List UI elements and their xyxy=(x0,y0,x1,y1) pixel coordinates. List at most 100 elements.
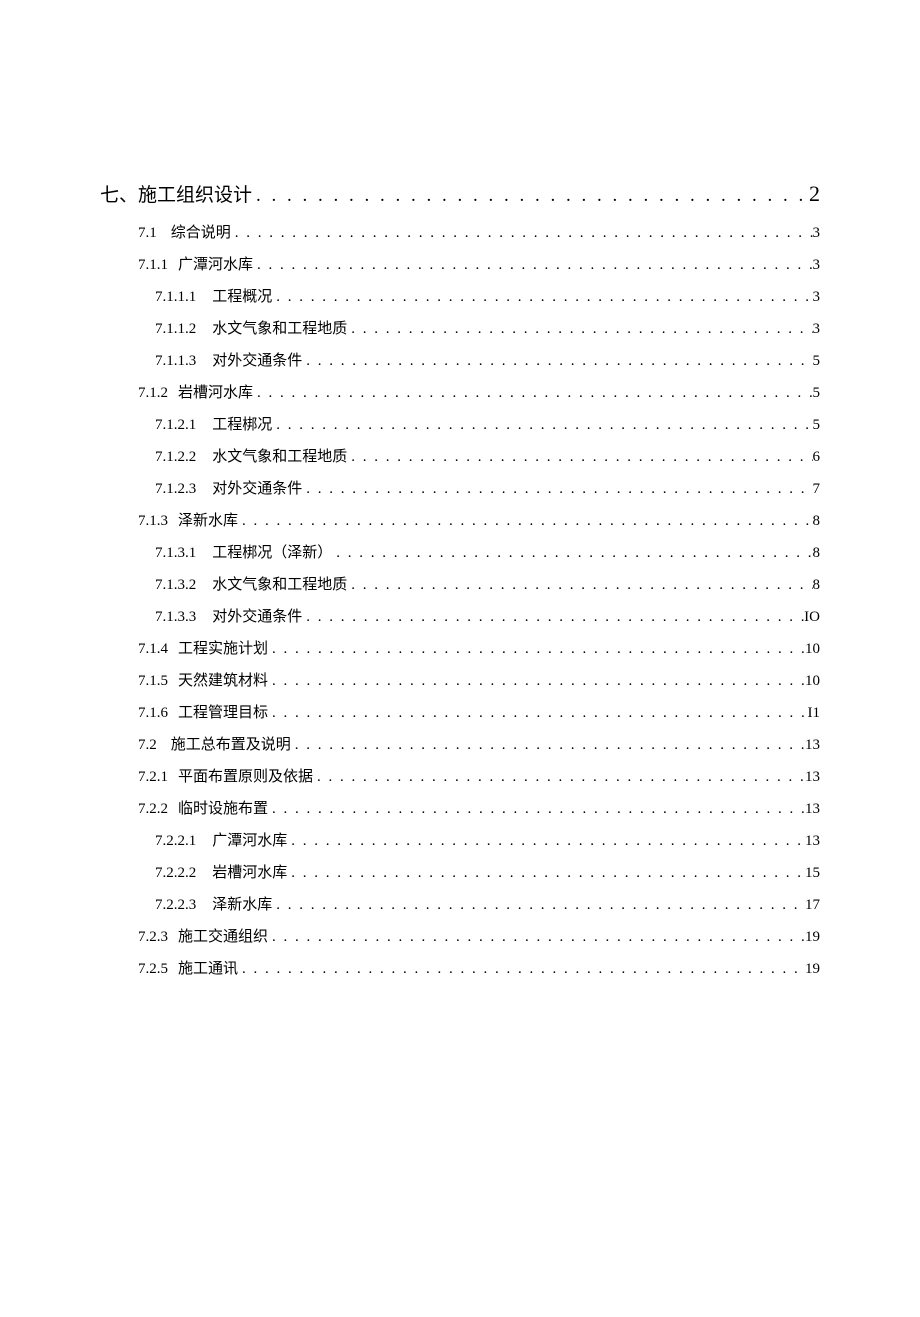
toc-title: 岩槽河水库 xyxy=(212,861,287,882)
toc-number: 7.1.3.1 xyxy=(155,545,196,562)
toc-number: 7.1.2.2 xyxy=(155,449,196,466)
toc-leader-dots: . . . . . . . . . . . . . . . . . . . . … xyxy=(302,353,812,370)
toc-page-number: 13 xyxy=(805,833,820,850)
toc-leader-dots: . . . . . . . . . . . . . . . . . . . . … xyxy=(313,769,805,786)
toc-number: 7.1 xyxy=(138,225,157,242)
toc-entry: 7.1.6工程管理目标. . . . . . . . . . . . . . .… xyxy=(100,701,820,722)
toc-entry: 7.1.1.1 工程概况. . . . . . . . . . . . . . .… xyxy=(100,285,820,306)
toc-entry: 7.1 综合说明. . . . . . . . . . . . . . . . .… xyxy=(100,221,820,242)
toc-title: 施工交通组织 xyxy=(178,925,268,946)
toc-number: 7.2.2 xyxy=(138,801,168,818)
toc-page-number: 5 xyxy=(813,385,821,402)
toc-entry: 7.1.1广潭河水库. . . . . . . . . . . . . . . … xyxy=(100,253,820,274)
toc-page-number: 8 xyxy=(813,513,821,530)
toc-entry: 7.1.2 岩槽河水库. . . . . . . . . . . . . . . … xyxy=(100,381,820,402)
toc-entry: 7.2.5 施工通讯. . . . . . . . . . . . . . . .… xyxy=(100,957,820,978)
toc-number: 7.2.5 xyxy=(138,961,168,978)
toc-number: 7.1.4 xyxy=(138,641,168,658)
toc-leader-dots: . . . . . . . . . . . . . . . . . . . . … xyxy=(268,705,807,722)
toc-title: 泽新水库 xyxy=(178,509,238,530)
toc-entry: 7.1.3.3 对外交通条件. . . . . . . . . . . . . .… xyxy=(100,605,820,626)
toc-title: 岩槽河水库 xyxy=(178,381,253,402)
toc-page-number: 3 xyxy=(813,225,821,242)
toc-title: 工程梆况 xyxy=(212,413,272,434)
toc-page-number: 13 xyxy=(805,801,820,818)
toc-leader-dots: . . . . . . . . . . . . . . . . . . . . … xyxy=(302,481,812,498)
toc-leader-dots: . . . . . . . . . . . . . . . . . . . . … xyxy=(347,449,812,466)
toc-leader-dots: . . . . . . . . . . . . . . . . . . . . … xyxy=(272,897,805,914)
toc-leader-dots: . . . . . . . . . . . . . . . . . . . . … xyxy=(238,513,812,530)
toc-entry: 7.1.1.3 对外交通条件. . . . . . . . . . . . . .… xyxy=(100,349,820,370)
toc-leader-dots: . . . . . . . . . . . . . . . . . . . . … xyxy=(253,385,812,402)
toc-page-number: 7 xyxy=(813,481,821,498)
toc-page-number: 19 xyxy=(805,961,820,978)
toc-entry: 7.1.2.1工程梆况. . . . . . . . . . . . . . .… xyxy=(100,413,820,434)
toc-title: 施工组织设计 xyxy=(138,180,252,207)
toc-page-number: 2 xyxy=(809,181,820,207)
toc-title: 施工通讯 xyxy=(178,957,238,978)
toc-entry: 7.1.2.2 水文气象和工程地质. . . . . . . . . . . . … xyxy=(100,445,820,466)
toc-entry: 7.2.2.3 泽新水库. . . . . . . . . . . . . . .… xyxy=(100,893,820,914)
toc-number: 7.2.2.2 xyxy=(155,865,196,882)
toc-leader-dots: . . . . . . . . . . . . . . . . . . . . … xyxy=(287,833,805,850)
toc-number: 7.2.2.3 xyxy=(155,897,196,914)
toc-entry: 7.1.2.3 对外交通条件. . . . . . . . . . . . . .… xyxy=(100,477,820,498)
toc-title: 泽新水库 xyxy=(212,893,272,914)
toc-entry: 7.2施工总布置及说明. . . . . . . . . . . . . . .… xyxy=(100,733,820,754)
toc-leader-dots: . . . . . . . . . . . . . . . . . . . . … xyxy=(238,961,805,978)
toc-leader-dots: . . . . . . . . . . . . . . . . . . . . … xyxy=(302,609,804,626)
toc-number: 七、 xyxy=(100,180,138,207)
toc-number: 7.1.2 xyxy=(138,385,168,402)
toc-entry: 7.2.1 平面布置原则及依据. . . . . . . . . . . . . … xyxy=(100,765,820,786)
toc-page-number: 5 xyxy=(813,417,821,434)
toc-number: 7.1.2.1 xyxy=(155,417,196,434)
toc-entry: 7.1.1.2水文气象和工程地质. . . . . . . . . . . . … xyxy=(100,317,820,338)
toc-title: 施工总布置及说明 xyxy=(171,733,291,754)
toc-title: 水文气象和工程地质 xyxy=(212,445,347,466)
toc-number: 7.1.1.1 xyxy=(155,289,196,306)
toc-leader-dots: . . . . . . . . . . . . . . . . . . . . … xyxy=(272,289,812,306)
toc-title: 广潭河水库 xyxy=(178,253,253,274)
toc-number: 7.1.3.3 xyxy=(155,609,196,626)
toc-entry: 7.2.2.2 岩槽河水库. . . . . . . . . . . . . . … xyxy=(100,861,820,882)
toc-title: 工程概况 xyxy=(212,285,272,306)
toc-title: 对外交通条件 xyxy=(212,605,302,626)
toc-title: 工程实施计划 xyxy=(178,637,268,658)
toc-leader-dots: . . . . . . . . . . . . . . . . . . . . … xyxy=(347,577,812,594)
toc-leader-dots: . . . . . . . . . . . . . . . . . . . . … xyxy=(287,865,805,882)
toc-number: 7.1.2.3 xyxy=(155,481,196,498)
toc-title: 平面布置原则及依据 xyxy=(178,765,313,786)
toc-title: 对外交通条件 xyxy=(212,477,302,498)
toc-entry: 7.1.4 工程实施计划. . . . . . . . . . . . . . .… xyxy=(100,637,820,658)
toc-page-number: 3 xyxy=(813,289,821,306)
toc-leader-dots: . . . . . . . . . . . . . . . . . . . . … xyxy=(252,185,809,207)
toc-number: 7.1.1 xyxy=(138,257,168,274)
toc-page-number: 10 xyxy=(805,673,820,690)
table-of-contents: 七、施工组织设计. . . . . . . . . . . . . . . . … xyxy=(100,180,820,978)
toc-entry: 七、施工组织设计. . . . . . . . . . . . . . . . … xyxy=(100,180,820,207)
toc-entry: 7.1.3.1 工程梆况（泽新）. . . . . . . . . . . . .… xyxy=(100,541,820,562)
toc-page-number: 8 xyxy=(813,577,821,594)
toc-title: 综合说明 xyxy=(171,221,231,242)
toc-leader-dots: . . . . . . . . . . . . . . . . . . . . … xyxy=(231,225,813,242)
toc-page-number: 5 xyxy=(813,353,821,370)
toc-number: 7.1.1.3 xyxy=(155,353,196,370)
toc-number: 7.1.1.2 xyxy=(155,321,196,338)
toc-leader-dots: . . . . . . . . . . . . . . . . . . . . … xyxy=(291,737,805,754)
toc-page-number: 17 xyxy=(805,897,820,914)
toc-number: 7.2.1 xyxy=(138,769,168,786)
toc-number: 7.1.3.2 xyxy=(155,577,196,594)
toc-entry: 7.1.5天然建筑材料. . . . . . . . . . . . . . .… xyxy=(100,669,820,690)
toc-title: 广潭河水库 xyxy=(212,829,287,850)
toc-leader-dots: . . . . . . . . . . . . . . . . . . . . … xyxy=(268,929,805,946)
toc-title: 对外交通条件 xyxy=(212,349,302,370)
toc-leader-dots: . . . . . . . . . . . . . . . . . . . . … xyxy=(332,545,812,562)
toc-number: 7.1.3 xyxy=(138,513,168,530)
toc-page-number: 15 xyxy=(805,865,820,882)
toc-page-number: IO xyxy=(804,609,820,626)
toc-leader-dots: . . . . . . . . . . . . . . . . . . . . … xyxy=(268,641,805,658)
toc-page-number: 13 xyxy=(805,737,820,754)
toc-page-number: 3 xyxy=(813,257,821,274)
toc-title: 工程梆况（泽新） xyxy=(212,541,332,562)
toc-page-number: 6 xyxy=(813,449,821,466)
